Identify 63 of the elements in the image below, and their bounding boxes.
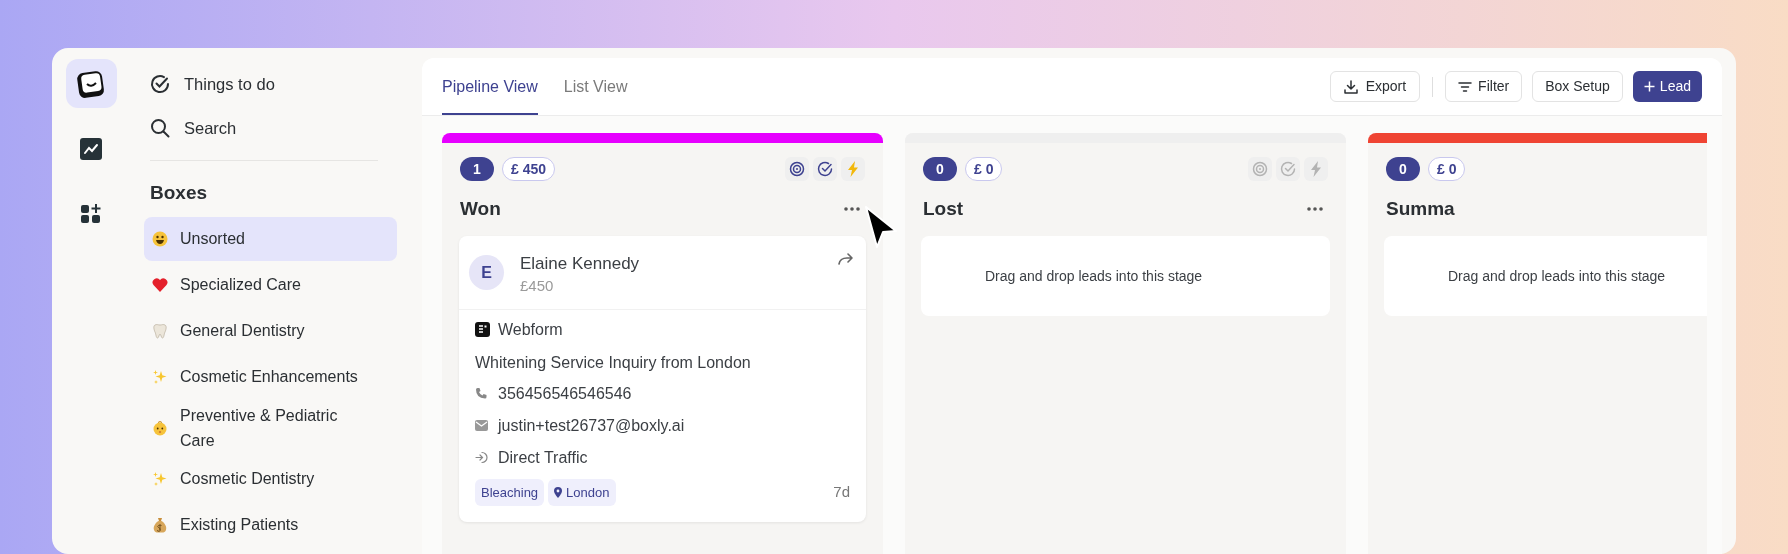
box-setup-button[interactable]: Box Setup bbox=[1532, 71, 1623, 102]
home-button[interactable] bbox=[65, 59, 117, 108]
search-icon bbox=[150, 118, 170, 138]
heart-icon bbox=[152, 276, 168, 293]
phone-number: 356456546546546 bbox=[498, 383, 632, 404]
amount-badge: £ 0 bbox=[1428, 157, 1466, 181]
sidebar-item[interactable]: Preventive & Pediatric Care bbox=[144, 400, 397, 455]
nav-link[interactable]: Search bbox=[144, 106, 397, 150]
chart-icon[interactable] bbox=[79, 136, 103, 161]
mail-icon bbox=[475, 420, 488, 431]
stage-title: Lost bbox=[923, 196, 964, 221]
tab[interactable]: List View bbox=[563, 58, 628, 115]
sparkles-icon bbox=[152, 470, 168, 487]
map-pin-icon bbox=[554, 487, 563, 498]
empty-stage-message: Drag and drop leads into this stage bbox=[921, 236, 1330, 316]
sidebar-item[interactable]: Unsorted bbox=[144, 216, 397, 261]
lead-card[interactable]: E Elaine Kennedy £450 Webform Whitening Service Inquiry from London 356456546546546 justin+test26737@boxly.ai Direct Traffic Bleaching London 7d bbox=[459, 236, 866, 522]
count-badge: 0 bbox=[1386, 157, 1420, 181]
more-options-icon[interactable] bbox=[1306, 206, 1324, 212]
tooth-icon bbox=[152, 322, 168, 339]
sidebar-item[interactable]: Existing Patients bbox=[144, 502, 397, 547]
sidebar-item[interactable]: Specialized Care bbox=[144, 262, 397, 307]
lead-age: 7d bbox=[833, 482, 850, 503]
check-circle-icon bbox=[150, 74, 170, 94]
email-address: justin+test26737@boxly.ai bbox=[498, 415, 685, 436]
section-title: Boxes bbox=[149, 181, 209, 205]
filter-icon bbox=[1458, 80, 1473, 93]
more-options-icon[interactable] bbox=[843, 206, 861, 212]
count-badge: 0 bbox=[923, 157, 957, 181]
plus-icon bbox=[1643, 81, 1655, 92]
count-badge: 1 bbox=[460, 157, 494, 181]
filter-button[interactable]: Filter bbox=[1445, 71, 1523, 102]
avatar: E bbox=[469, 255, 504, 290]
smiley-icon bbox=[152, 230, 168, 247]
sparkles-icon bbox=[152, 368, 168, 385]
tab[interactable]: Pipeline View bbox=[442, 58, 538, 115]
lead-value: £450 bbox=[520, 276, 555, 296]
lead-name: Elaine Kennedy bbox=[520, 253, 640, 275]
location-tag: London bbox=[548, 479, 616, 506]
nav-link[interactable]: Things to do bbox=[144, 62, 397, 106]
lead-title: Whitening Service Inquiry from London bbox=[475, 353, 752, 372]
sign-in-icon bbox=[475, 451, 488, 464]
apps-add-icon[interactable] bbox=[80, 202, 102, 225]
money-bag-icon bbox=[152, 516, 168, 533]
sidebar-item[interactable]: Cosmetic Dentistry bbox=[144, 456, 397, 501]
sidebar-item[interactable]: General Dentistry bbox=[144, 308, 397, 353]
stage-title: Won bbox=[460, 196, 501, 221]
download-icon bbox=[1343, 79, 1358, 94]
lead-source: Webform bbox=[498, 319, 563, 340]
amount-badge: £ 0 bbox=[965, 157, 1003, 181]
share-arrow-icon[interactable] bbox=[838, 253, 854, 265]
baby-face-icon bbox=[152, 419, 168, 436]
sidebar-item[interactable]: Cosmetic Enhancements bbox=[144, 354, 397, 399]
phone-icon bbox=[475, 387, 488, 400]
tag: Bleaching bbox=[475, 479, 545, 506]
form-icon bbox=[475, 322, 490, 337]
target-icon[interactable] bbox=[785, 157, 809, 181]
empty-stage-message: Drag and drop leads into this stage bbox=[1384, 236, 1707, 316]
traffic-source: Direct Traffic bbox=[498, 447, 588, 468]
export-button[interactable]: Export bbox=[1329, 71, 1421, 102]
amount-badge: £ 450 bbox=[502, 157, 556, 181]
stage-title: Summa bbox=[1386, 196, 1455, 221]
add-lead-button[interactable]: Lead bbox=[1632, 71, 1702, 102]
